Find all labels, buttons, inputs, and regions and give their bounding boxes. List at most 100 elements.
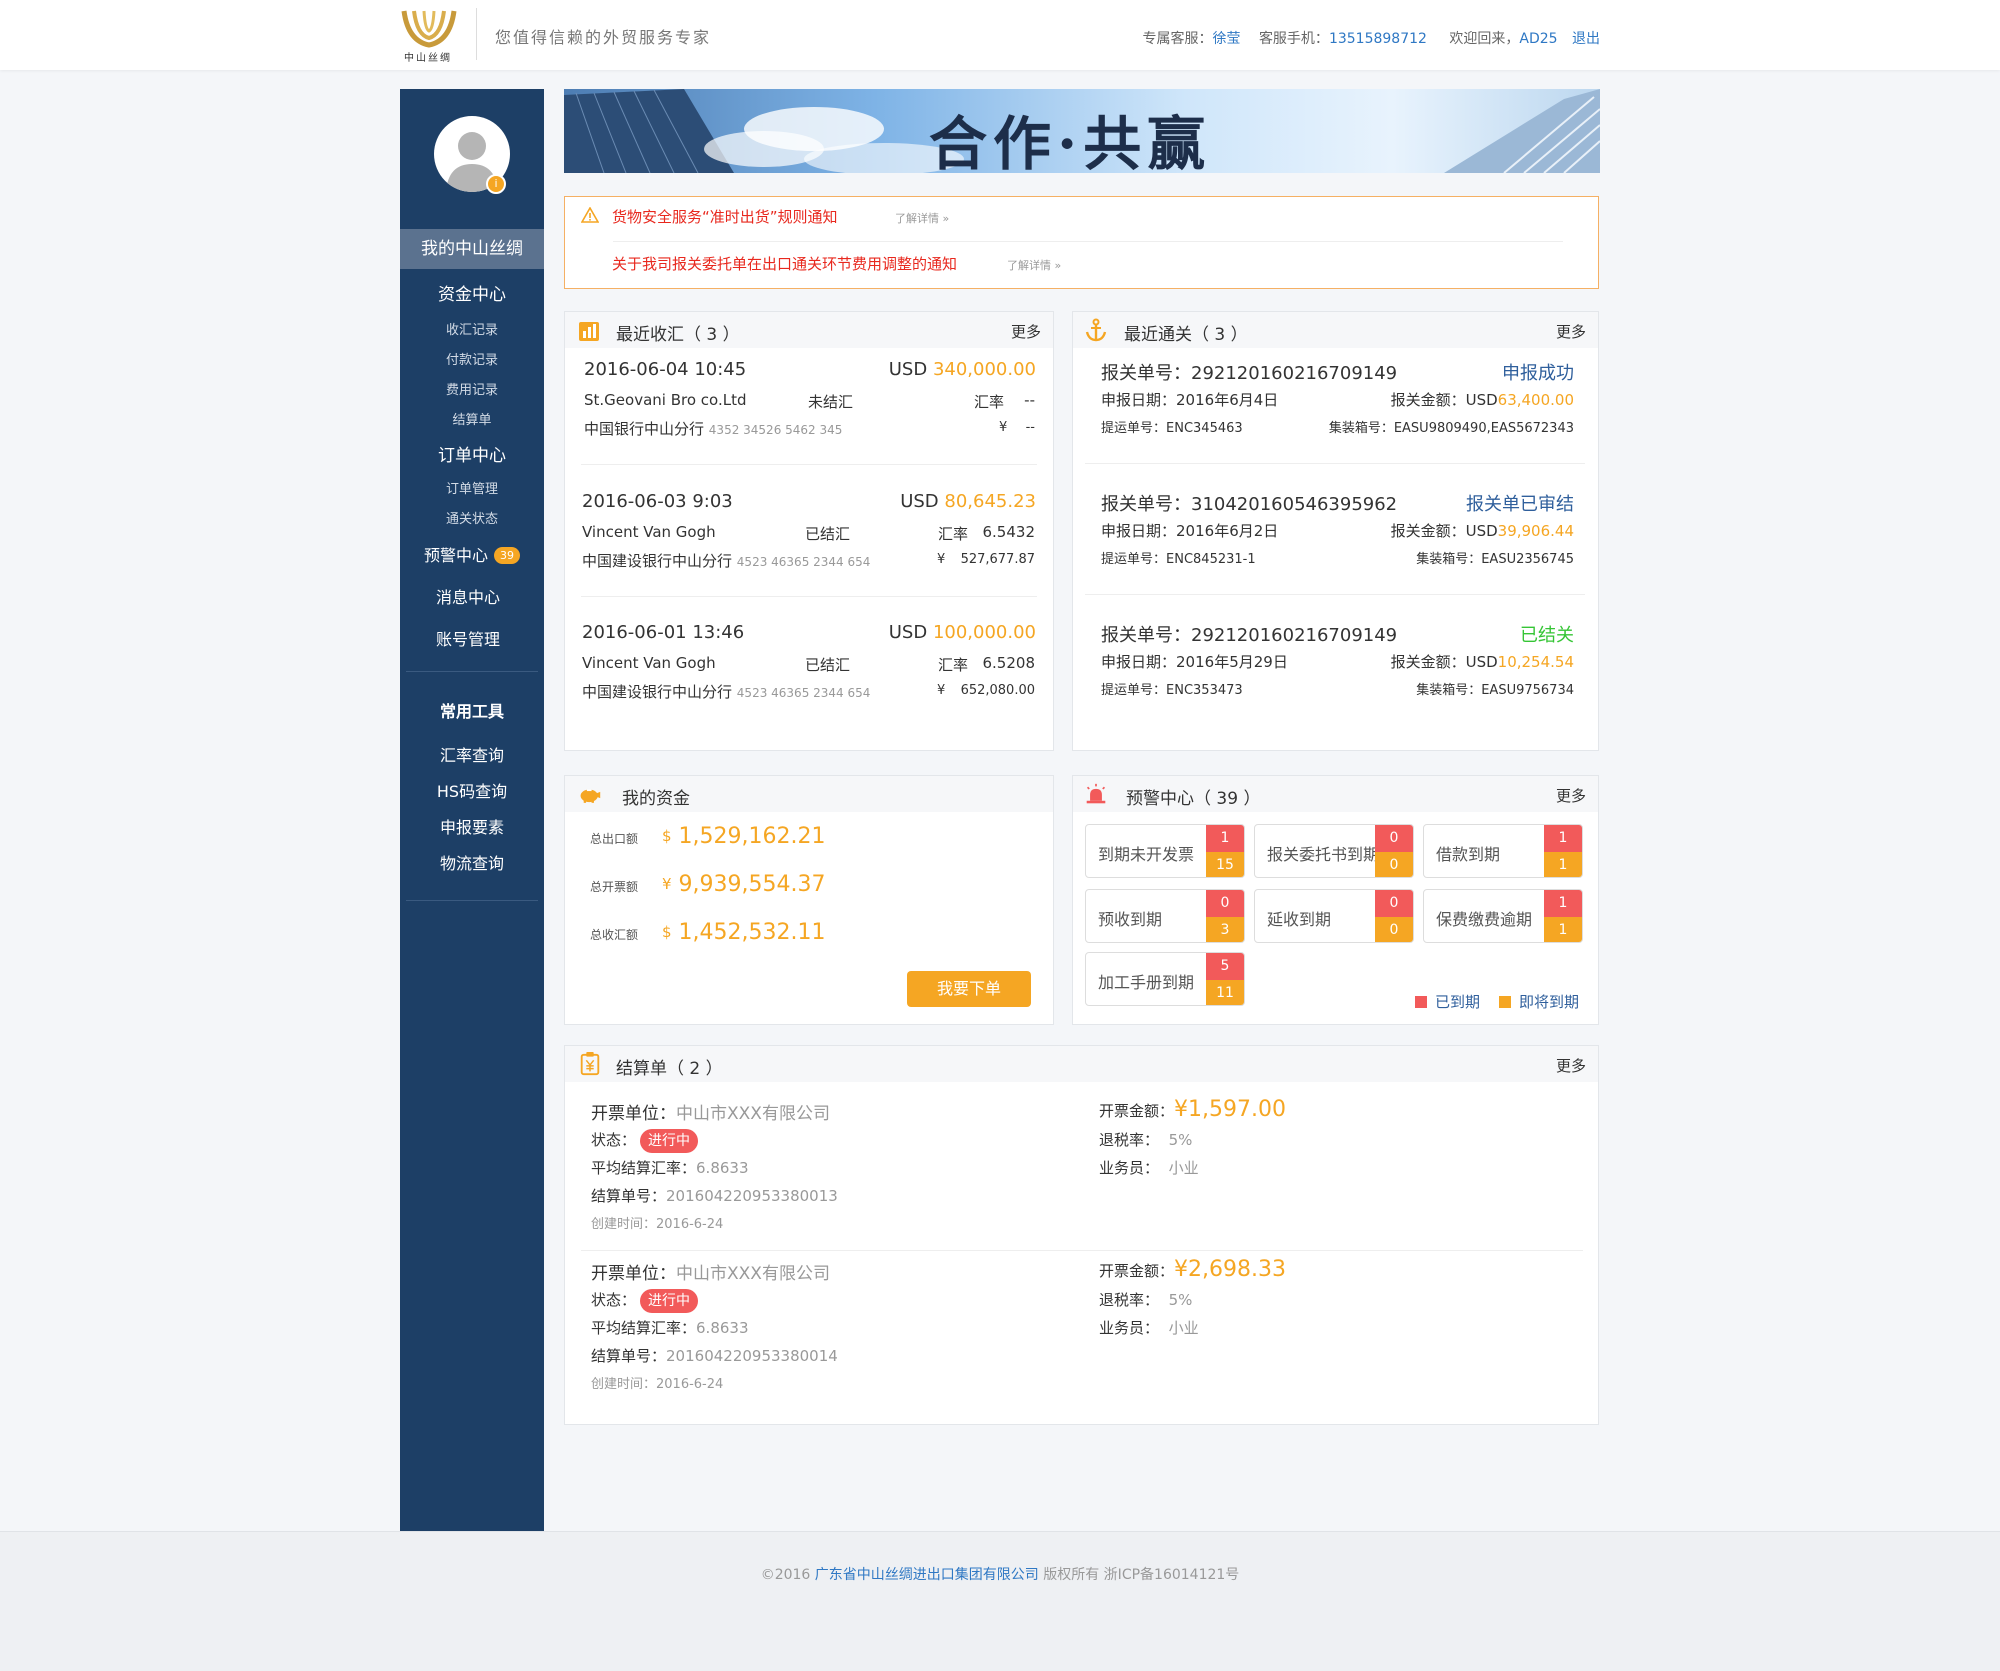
- expired-count: 0: [1375, 825, 1413, 852]
- expired-count: 1: [1544, 825, 1582, 852]
- invoice-company: 开票单位：中山市XXX有限公司: [591, 1099, 830, 1124]
- field-label: 退税率：: [1099, 1291, 1160, 1309]
- logo-text: 中山丝绸: [404, 53, 452, 64]
- bank-name: 中国银行中山分行 4352 34526 5462 345: [584, 418, 842, 439]
- place-order-button[interactable]: 我要下单: [907, 971, 1031, 1007]
- sidebar-item-payment-records[interactable]: 付款记录: [400, 349, 544, 368]
- created-time: 创建时间：2016-6-24: [591, 1217, 724, 1232]
- tool-exchange-rate[interactable]: 汇率查询: [400, 742, 544, 766]
- alert-center-panel: 预警中心（ 39 ） 更多 到期未开发票 1 15 报关委托书到期 0 0 借款到期 1 1 预收…: [1072, 775, 1599, 1025]
- field-value: 63,400.00: [1497, 391, 1574, 409]
- footer-copyright: ©2016 广东省中山丝绸进出口集团有限公司 版权所有 浙ICP备1601412…: [0, 1564, 2000, 1584]
- sidebar-item-message-center[interactable]: 消息中心: [396, 584, 540, 608]
- field-label: 报关金额：USD: [1390, 522, 1498, 540]
- more-link[interactable]: 更多: [1556, 785, 1586, 806]
- field-label: 申报日期：: [1101, 653, 1177, 671]
- sidebar-item-customs-status[interactable]: 通关状态: [400, 508, 544, 527]
- receipt-amount: USD 80,645.23: [900, 491, 1036, 512]
- rate-value: --: [1024, 391, 1035, 409]
- field-label: 集装箱号：: [1416, 683, 1482, 698]
- upcoming-count: 1: [1544, 852, 1582, 877]
- alert-box[interactable]: 预收到期 0 3: [1085, 889, 1245, 943]
- client-name: Vincent Van Gogh: [582, 523, 716, 541]
- row-divider: [1085, 463, 1585, 464]
- tool-hs-code[interactable]: HS码查询: [400, 778, 544, 802]
- bill-of-lading: 提运单号：ENC845231-1: [1101, 548, 1256, 567]
- expired-count: 5: [1206, 953, 1244, 980]
- more-link[interactable]: 更多: [1011, 321, 1041, 342]
- panel-title: 我的资金: [622, 789, 690, 809]
- alert-box[interactable]: 到期未开发票 1 15: [1085, 824, 1245, 878]
- declaration-amount: 报关金额：USD10,254.54: [1391, 651, 1574, 672]
- brand-logo[interactable]: 中山丝绸: [398, 5, 460, 67]
- alert-box[interactable]: 延收到期 0 0: [1254, 889, 1414, 943]
- sidebar-item-receipt-records[interactable]: 收汇记录: [400, 319, 544, 338]
- more-link[interactable]: 更多: [1556, 321, 1586, 342]
- sidebar-item-fee-records[interactable]: 费用记录: [400, 379, 544, 398]
- field-label: 结算单号：: [591, 1347, 667, 1365]
- notice-more-link[interactable]: 了解详情 »: [1007, 257, 1061, 273]
- declaration-amount: 报关金额：USD39,906.44: [1391, 520, 1574, 541]
- my-funds-panel: 我的资金 总出口额 $ 1,529,162.21 总开票额 ¥ 9,939,55…: [564, 775, 1054, 1025]
- field-value: 2016年5月29日: [1176, 653, 1288, 671]
- upcoming-count: 11: [1206, 980, 1244, 1005]
- field-value: 5%: [1168, 1131, 1193, 1149]
- company-link[interactable]: 广东省中山丝绸进出口集团有限公司: [815, 1567, 1039, 1583]
- bank: 中国银行中山分行: [584, 420, 705, 438]
- field-value: 中山市XXX有限公司: [676, 1104, 830, 1124]
- info-badge-icon[interactable]: i: [486, 174, 506, 194]
- more-link[interactable]: 更多: [1556, 1055, 1586, 1076]
- sidebar-item-label: 收汇记录: [445, 323, 498, 338]
- settlement-status: 状态： 进行中: [591, 1289, 699, 1313]
- alert-box[interactable]: 加工手册到期 5 11: [1085, 952, 1245, 1006]
- invoice-company: 开票单位：中山市XXX有限公司: [591, 1259, 830, 1284]
- alert-label: 借款到期: [1436, 845, 1501, 864]
- alert-box[interactable]: 借款到期 1 1: [1423, 824, 1583, 878]
- tool-declaration-elements[interactable]: 申报要素: [400, 814, 544, 838]
- tool-label: 汇率查询: [439, 746, 504, 765]
- promo-banner[interactable]: 合作·共赢: [564, 89, 1600, 173]
- upcoming-count: 3: [1206, 917, 1244, 942]
- field-value: 292120160216709149: [1191, 363, 1398, 384]
- header-divider: [476, 8, 477, 60]
- bill-of-lading: 提运单号：ENC345463: [1101, 417, 1243, 436]
- field-value: ¥2,698.33: [1174, 1257, 1286, 1282]
- invoice-amount: 开票金额：¥1,597.00: [1099, 1097, 1286, 1122]
- status-badge: 进行中: [640, 1289, 699, 1313]
- service-name-link[interactable]: 徐莹: [1212, 31, 1240, 47]
- sidebar-item-label: 我的中山丝绸: [421, 239, 523, 259]
- sidebar-item-my-zhongshan[interactable]: 我的中山丝绸: [400, 229, 544, 269]
- alert-label: 报关委托书到期: [1267, 845, 1380, 864]
- declaration-status: 申报成功: [1502, 363, 1574, 384]
- receipt-time: 2016-06-01 13:46: [582, 622, 745, 643]
- upcoming-count: 0: [1375, 917, 1413, 942]
- sidebar-item-statements[interactable]: 结算单: [400, 409, 544, 428]
- salesperson: 业务员： 小业: [1099, 1157, 1199, 1178]
- field-label: 平均结算汇率：: [591, 1319, 697, 1337]
- declaration-no: 报关单号：310420160546395962: [1101, 490, 1397, 516]
- alert-box[interactable]: 保费缴费逾期 1 1: [1423, 889, 1583, 943]
- rate-label: 汇率: [938, 525, 969, 543]
- sidebar-item-account-management[interactable]: 账号管理: [396, 626, 540, 650]
- tool-logistics[interactable]: 物流查询: [400, 850, 544, 874]
- sidebar-item-alert-center[interactable]: 预警中心 39: [400, 542, 544, 566]
- invoice-amount: 开票金额：¥2,698.33: [1099, 1257, 1286, 1282]
- field-value: 5%: [1168, 1291, 1193, 1309]
- sidebar-item-funds-center[interactable]: 资金中心: [400, 280, 544, 305]
- declaration-date: 申报日期：2016年6月4日: [1101, 389, 1278, 410]
- notice-more-link[interactable]: 了解详情 »: [895, 210, 949, 226]
- username-link[interactable]: AD25: [1519, 31, 1557, 47]
- notice-link[interactable]: 货物安全服务“准时出货”规则通知: [612, 206, 838, 227]
- sidebar-item-order-center[interactable]: 订单中心: [400, 441, 544, 466]
- panel-title: 最近通关（ 3 ）: [1124, 325, 1248, 345]
- declaration-amount: 报关金额：USD63,400.00: [1391, 389, 1574, 410]
- logout-link[interactable]: 退出: [1572, 31, 1600, 47]
- field-label: 集装箱号：: [1328, 421, 1394, 436]
- rmb-value: --: [1025, 420, 1035, 435]
- field-label: 状态：: [591, 1291, 637, 1309]
- notice-link[interactable]: 关于我司报关委托单在出口通关环节费用调整的通知: [612, 253, 957, 274]
- sidebar-item-order-management[interactable]: 订单管理: [400, 478, 544, 497]
- tool-label: HS码查询: [436, 782, 508, 801]
- alert-box[interactable]: 报关委托书到期 0 0: [1254, 824, 1414, 878]
- field-label: 开票金额：: [1099, 1102, 1175, 1120]
